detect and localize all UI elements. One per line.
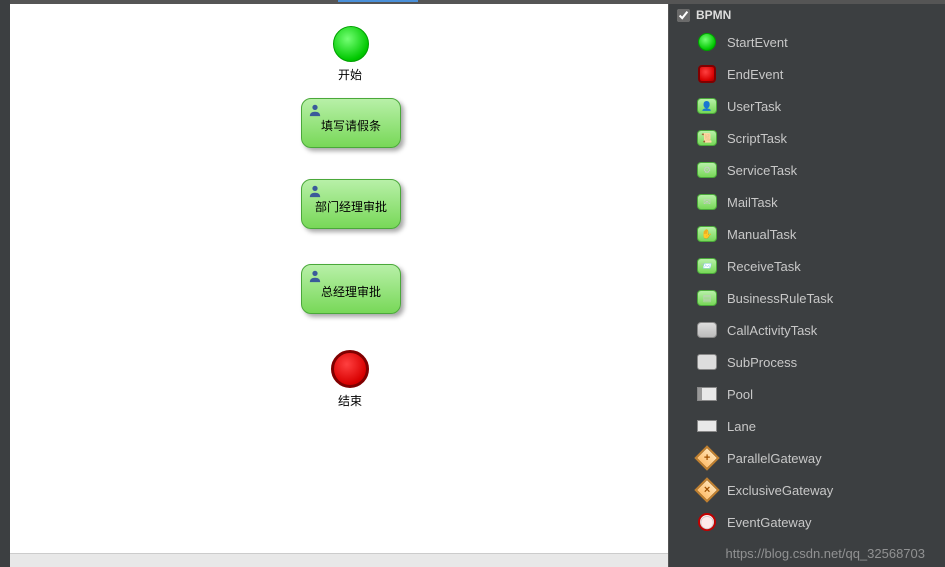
palette-item-label: Pool: [727, 387, 753, 402]
palette-item-label: ManualTask: [727, 227, 796, 242]
palette-item-label: CallActivityTask: [727, 323, 817, 338]
end-event-node[interactable]: [331, 350, 369, 388]
palette-item-receivetask[interactable]: 📨 ReceiveTask: [669, 250, 945, 282]
active-tab-indicator: [338, 0, 418, 2]
parallel-gateway-icon: +: [697, 448, 717, 468]
palette-item-endevent[interactable]: EndEvent: [669, 58, 945, 90]
palette-item-label: EndEvent: [727, 67, 783, 82]
palette-item-manualtask[interactable]: ✋ ManualTask: [669, 218, 945, 250]
business-rule-task-icon: ▤: [697, 288, 717, 308]
palette-item-scripttask[interactable]: 📜 ScriptTask: [669, 122, 945, 154]
user-task-node-1[interactable]: 填写请假条: [301, 98, 401, 148]
palette-item-parallelgateway[interactable]: + ParallelGateway: [669, 442, 945, 474]
palette-item-startevent[interactable]: StartEvent: [669, 26, 945, 58]
palette-item-usertask[interactable]: 👤 UserTask: [669, 90, 945, 122]
palette-item-servicetask[interactable]: ⚙ ServiceTask: [669, 154, 945, 186]
palette-item-pool[interactable]: Pool: [669, 378, 945, 410]
palette-item-lane[interactable]: Lane: [669, 410, 945, 442]
mail-task-icon: ✉: [697, 192, 717, 212]
horizontal-scrollbar[interactable]: [10, 553, 668, 567]
palette-item-label: UserTask: [727, 99, 781, 114]
palette-header[interactable]: BPMN: [669, 4, 945, 26]
palette-item-label: ExclusiveGateway: [727, 483, 833, 498]
palette-item-label: ParallelGateway: [727, 451, 822, 466]
palette-item-label: ReceiveTask: [727, 259, 801, 274]
palette-item-label: MailTask: [727, 195, 778, 210]
task-label: 填写请假条: [321, 117, 381, 134]
palette-item-eventgateway[interactable]: ◯ EventGateway: [669, 506, 945, 538]
end-event-label: 结束: [320, 392, 380, 409]
receive-task-icon: 📨: [697, 256, 717, 276]
start-event-icon: [697, 32, 717, 52]
task-label: 部门经理审批: [315, 198, 387, 215]
palette-title: BPMN: [696, 8, 731, 22]
start-event-label: 开始: [320, 66, 380, 83]
end-event-icon: [697, 64, 717, 84]
pool-icon: [697, 384, 717, 404]
palette-item-callactivitytask[interactable]: CallActivityTask: [669, 314, 945, 346]
subprocess-icon: [697, 352, 717, 372]
palette-item-businessruletask[interactable]: ▤ BusinessRuleTask: [669, 282, 945, 314]
script-task-icon: 📜: [697, 128, 717, 148]
user-task-icon: 👤: [697, 96, 717, 116]
user-icon: [308, 269, 322, 283]
task-label: 总经理审批: [321, 283, 381, 300]
exclusive-gateway-icon: ×: [697, 480, 717, 500]
palette-item-label: ScriptTask: [727, 131, 787, 146]
left-gutter: [0, 0, 10, 567]
call-activity-task-icon: [697, 320, 717, 340]
manual-task-icon: ✋: [697, 224, 717, 244]
palette-item-mailtask[interactable]: ✉ MailTask: [669, 186, 945, 218]
palette-group-checkbox[interactable]: [677, 9, 690, 22]
lane-icon: [697, 416, 717, 436]
palette-item-exclusivegateway[interactable]: × ExclusiveGateway: [669, 474, 945, 506]
service-task-icon: ⚙: [697, 160, 717, 180]
user-icon: [308, 184, 322, 198]
palette-item-label: SubProcess: [727, 355, 797, 370]
user-task-node-2[interactable]: 部门经理审批: [301, 179, 401, 229]
diagram-canvas[interactable]: 开始 填写请假条 部门经理审批 总经理审批 结束: [10, 0, 668, 567]
user-task-node-3[interactable]: 总经理审批: [301, 264, 401, 314]
event-gateway-icon: ◯: [697, 512, 717, 532]
palette-item-label: BusinessRuleTask: [727, 291, 833, 306]
start-event-node[interactable]: [333, 26, 369, 62]
palette-item-label: Lane: [727, 419, 756, 434]
bpmn-palette: BPMN StartEvent EndEvent 👤 UserTask 📜 Sc…: [668, 0, 945, 567]
user-icon: [308, 103, 322, 117]
palette-item-label: EventGateway: [727, 515, 812, 530]
palette-item-subprocess[interactable]: SubProcess: [669, 346, 945, 378]
palette-item-label: ServiceTask: [727, 163, 797, 178]
palette-item-label: StartEvent: [727, 35, 788, 50]
